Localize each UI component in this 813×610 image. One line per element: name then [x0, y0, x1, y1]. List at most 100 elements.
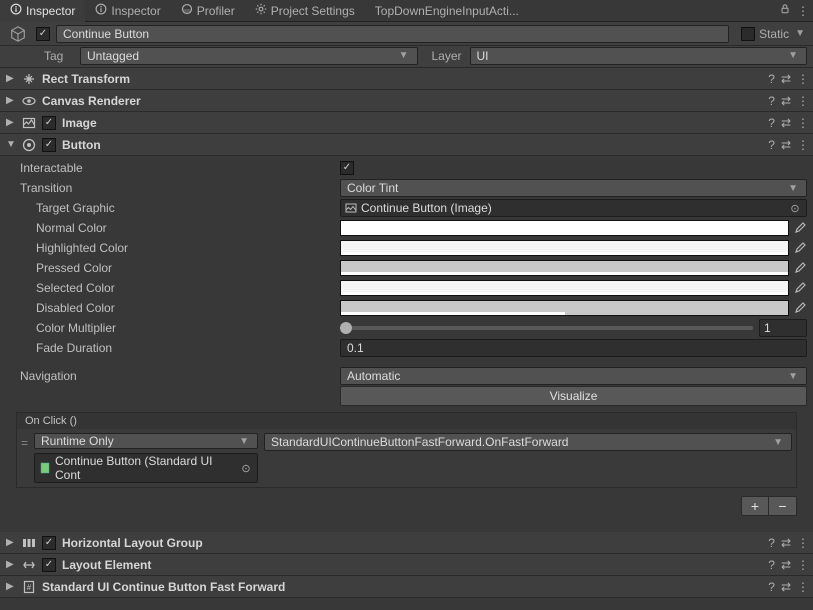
- component-button[interactable]: ▼ Button ?⇄: [0, 134, 813, 156]
- component-menu-icon[interactable]: [797, 138, 807, 152]
- component-layout-element[interactable]: ▶ Layout Element ?⇄: [0, 554, 813, 576]
- fade-duration-field[interactable]: 0.1: [340, 339, 807, 357]
- tabbar-menu-icon[interactable]: [797, 4, 807, 18]
- remove-event-button[interactable]: −: [769, 496, 797, 516]
- component-enabled-checkbox[interactable]: [42, 116, 56, 130]
- prop-label-color-multiplier: Color Multiplier: [36, 321, 340, 335]
- prop-label-transition: Transition: [20, 181, 340, 195]
- tab-inspector-0[interactable]: Inspector: [0, 0, 85, 22]
- pressed-color-swatch[interactable]: [340, 260, 789, 276]
- preset-icon[interactable]: ⇄: [781, 558, 791, 572]
- component-title: Standard UI Continue Button Fast Forward: [42, 580, 762, 594]
- component-canvas-renderer[interactable]: ▶ Canvas Renderer ? ⇄: [0, 90, 813, 112]
- eyedropper-icon[interactable]: [793, 280, 807, 296]
- component-horizontal-layout-group[interactable]: ▶ Horizontal Layout Group ?⇄: [0, 532, 813, 554]
- gameobject-header: Continue Button Static ▼: [0, 22, 813, 46]
- drag-handle-icon[interactable]: =: [21, 433, 28, 450]
- event-runtime-value: Runtime Only: [41, 434, 114, 448]
- visualize-label: Visualize: [550, 389, 598, 403]
- component-menu-icon[interactable]: [797, 580, 807, 594]
- prop-label-navigation: Navigation: [20, 369, 340, 383]
- tag-layer-row: Tag Untagged▼ Layer UI▼: [0, 46, 813, 68]
- preset-icon[interactable]: ⇄: [781, 536, 791, 550]
- component-image[interactable]: ▶ Image ?⇄: [0, 112, 813, 134]
- svg-text:#: #: [27, 583, 32, 592]
- component-enabled-checkbox[interactable]: [42, 536, 56, 550]
- normal-color-swatch[interactable]: [340, 220, 789, 236]
- event-runtime-dropdown[interactable]: Runtime Only▼: [34, 433, 258, 449]
- help-icon[interactable]: ?: [768, 536, 775, 550]
- visualize-button[interactable]: Visualize: [340, 386, 807, 406]
- fold-toggle[interactable]: ▶: [6, 537, 16, 548]
- component-enabled-checkbox[interactable]: [42, 138, 56, 152]
- button-icon: [22, 138, 36, 152]
- component-title: Canvas Renderer: [42, 94, 762, 108]
- gameobject-icon[interactable]: [6, 24, 30, 44]
- selected-color-swatch[interactable]: [340, 280, 789, 296]
- button-properties: Interactable Transition Color Tint▼ Targ…: [0, 156, 813, 532]
- interactable-checkbox[interactable]: [340, 161, 354, 175]
- help-icon[interactable]: ?: [768, 72, 775, 86]
- highlighted-color-swatch[interactable]: [340, 240, 789, 256]
- eyedropper-icon[interactable]: [793, 240, 807, 256]
- color-multiplier-value[interactable]: 1: [759, 319, 807, 337]
- chevron-down-icon[interactable]: ▼: [793, 28, 807, 39]
- lock-icon[interactable]: [779, 3, 791, 18]
- preset-icon[interactable]: ⇄: [781, 580, 791, 594]
- gameobject-name-field[interactable]: Continue Button: [56, 25, 729, 43]
- component-menu-icon[interactable]: [797, 536, 807, 550]
- color-multiplier-slider[interactable]: 1: [340, 319, 807, 337]
- eyedropper-icon[interactable]: [793, 300, 807, 316]
- transition-dropdown[interactable]: Color Tint▼: [340, 179, 807, 197]
- object-picker-icon[interactable]: ⊙: [239, 462, 253, 475]
- help-icon[interactable]: ?: [768, 558, 775, 572]
- component-menu-icon[interactable]: [797, 72, 807, 86]
- chevron-down-icon: ▼: [786, 50, 800, 61]
- gameobject-enabled-checkbox[interactable]: [36, 27, 50, 41]
- target-graphic-field[interactable]: Continue Button (Image) ⊙: [340, 199, 807, 217]
- fold-toggle[interactable]: ▶: [6, 581, 16, 592]
- preset-icon[interactable]: ⇄: [781, 138, 791, 152]
- disabled-color-swatch[interactable]: [340, 300, 789, 316]
- script-icon: [39, 462, 51, 474]
- tag-dropdown[interactable]: Untagged▼: [80, 47, 418, 65]
- prop-label-interactable: Interactable: [20, 161, 340, 175]
- tab-input-actions[interactable]: TopDownEngineInputActi...: [365, 0, 529, 22]
- event-function-dropdown[interactable]: StandardUIContinueButtonFastForward.OnFa…: [264, 433, 792, 451]
- preset-icon[interactable]: ⇄: [781, 72, 791, 86]
- tab-project-settings[interactable]: Project Settings: [245, 0, 365, 22]
- help-icon[interactable]: ?: [768, 94, 775, 108]
- component-menu-icon[interactable]: [797, 558, 807, 572]
- event-function-value: StandardUIContinueButtonFastForward.OnFa…: [271, 435, 568, 449]
- component-rect-transform[interactable]: ▶ Rect Transform ?⇄: [0, 68, 813, 90]
- image-icon: [22, 116, 36, 130]
- preset-icon[interactable]: ⇄: [781, 116, 791, 130]
- help-icon[interactable]: ?: [768, 116, 775, 130]
- preset-icon[interactable]: ⇄: [781, 94, 791, 108]
- eyedropper-icon[interactable]: [793, 260, 807, 276]
- fold-toggle[interactable]: ▶: [6, 73, 16, 84]
- tab-profiler[interactable]: Profiler: [171, 0, 245, 22]
- object-picker-icon[interactable]: ⊙: [788, 202, 802, 215]
- eyedropper-icon[interactable]: [793, 220, 807, 236]
- static-checkbox[interactable]: [741, 27, 755, 41]
- event-target-field[interactable]: Continue Button (Standard UI Cont ⊙: [34, 453, 258, 483]
- script-icon: #: [22, 580, 36, 594]
- component-standard-ui-continue[interactable]: ▶ # Standard UI Continue Button Fast For…: [0, 576, 813, 598]
- help-icon[interactable]: ?: [768, 138, 775, 152]
- add-event-button[interactable]: +: [741, 496, 769, 516]
- component-menu-icon[interactable]: [797, 94, 807, 108]
- gameobject-name-text: Continue Button: [63, 27, 149, 41]
- navigation-dropdown[interactable]: Automatic▼: [340, 367, 807, 385]
- tab-inspector-1[interactable]: Inspector: [85, 0, 170, 22]
- fold-toggle[interactable]: ▶: [6, 95, 16, 106]
- fold-toggle[interactable]: ▶: [6, 559, 16, 570]
- help-icon[interactable]: ?: [768, 580, 775, 594]
- component-enabled-checkbox[interactable]: [42, 558, 56, 572]
- layer-dropdown[interactable]: UI▼: [470, 47, 808, 65]
- fold-toggle[interactable]: ▶: [6, 117, 16, 128]
- fold-toggle[interactable]: ▼: [6, 139, 16, 150]
- component-menu-icon[interactable]: [797, 116, 807, 130]
- fade-duration-value: 0.1: [347, 341, 364, 355]
- static-toggle[interactable]: Static ▼: [735, 27, 807, 41]
